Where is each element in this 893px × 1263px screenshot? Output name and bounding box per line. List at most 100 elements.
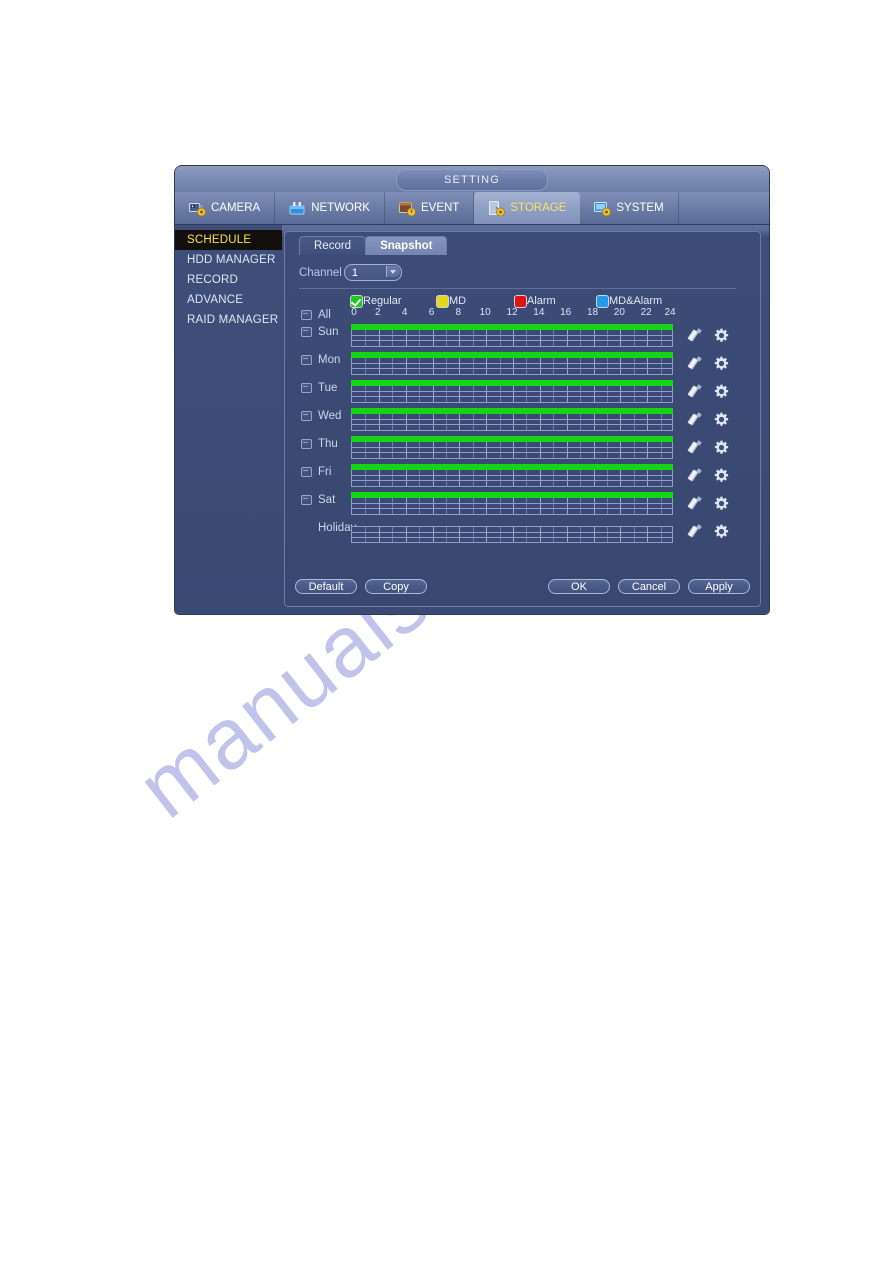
checkbox-fri[interactable]	[301, 467, 312, 477]
checkbox-all[interactable]	[301, 310, 312, 320]
checkbox-tue[interactable]	[301, 383, 312, 393]
pen-icon[interactable]	[689, 385, 702, 398]
legend-checkbox-md[interactable]	[437, 295, 448, 307]
gear-icon	[714, 440, 729, 454]
legend: Regular MD Alarm MD&Alarm	[351, 295, 750, 307]
timeline-grid[interactable]	[351, 470, 673, 487]
timeline-track-holiday[interactable]	[351, 520, 673, 544]
timeline-track-tue[interactable]	[351, 380, 673, 404]
panel-inner: Channel 1 Regular MD Alarm MD&Alarm All …	[285, 255, 760, 548]
pen-icon[interactable]	[689, 357, 702, 370]
tab-event[interactable]: EVENT	[385, 192, 475, 224]
hour-tick-24: 24	[664, 307, 676, 318]
timeline-track-mon[interactable]	[351, 352, 673, 376]
schedule-row: Wed	[299, 408, 750, 436]
chevron-down-icon[interactable]	[385, 266, 400, 277]
gear-icon-button[interactable]	[714, 412, 729, 427]
timeline-track-sun[interactable]	[351, 324, 673, 348]
tab-snapshot-label: Snapshot	[380, 240, 433, 252]
daycell-fri[interactable]: Fri	[299, 464, 351, 480]
cancel-button[interactable]: Cancel	[618, 579, 680, 594]
daycell-sun[interactable]: Sun	[299, 324, 351, 340]
day-label-mon: Mon	[318, 354, 341, 366]
sidebar-item-schedule-label: SCHEDULE	[187, 234, 252, 246]
pen-icon[interactable]	[689, 329, 702, 342]
hour-tick-18: 18	[586, 307, 599, 318]
tab-network-label: NETWORK	[311, 202, 370, 214]
legend-item-alarm[interactable]: Alarm	[515, 295, 597, 307]
checkbox-sun[interactable]	[301, 327, 312, 337]
tab-snapshot[interactable]: Snapshot	[365, 236, 448, 255]
timeline-grid[interactable]	[351, 498, 673, 515]
tab-camera[interactable]: CAMERA	[175, 192, 276, 224]
tab-system[interactable]: SYSTEM	[580, 192, 679, 224]
hour-tick-2: 2	[375, 307, 381, 318]
timeline-grid[interactable]	[351, 358, 673, 375]
tab-event-label: EVENT	[420, 202, 460, 214]
all-daycell[interactable]: All	[299, 307, 351, 323]
pen-icon[interactable]	[689, 413, 702, 426]
daycell-wed[interactable]: Wed	[299, 408, 351, 424]
row-icons	[689, 352, 729, 374]
hour-tick-14: 14	[533, 307, 545, 318]
row-icons	[689, 408, 729, 430]
timeline-grid[interactable]	[351, 386, 673, 403]
day-label-fri: Fri	[318, 466, 332, 478]
tab-network[interactable]: NETWORK	[275, 192, 385, 224]
legend-item-md[interactable]: MD	[437, 295, 515, 307]
timeline-track-fri[interactable]	[351, 464, 673, 488]
sidebar-item-schedule[interactable]: SCHEDULE	[175, 230, 282, 250]
checkbox-sat[interactable]	[301, 495, 312, 505]
gear-icon-button[interactable]	[714, 356, 729, 371]
tab-storage[interactable]: STORAGE	[474, 192, 581, 224]
timeline-grid[interactable]	[351, 330, 673, 347]
sidebar-item-record[interactable]: RECORD	[175, 270, 282, 290]
gear-icon-button[interactable]	[714, 524, 729, 539]
dialog-title: SETTING	[396, 169, 548, 191]
daycell-tue[interactable]: Tue	[299, 380, 351, 396]
row-icons	[689, 380, 729, 402]
day-label-sun: Sun	[318, 326, 339, 338]
gear-icon-button[interactable]	[714, 384, 729, 399]
timeline-grid[interactable]	[351, 414, 673, 431]
hour-axis: 0 2 4 6 8 10 12 14 16 18 20 22 24	[351, 307, 676, 321]
legend-item-md-alarm[interactable]: MD&Alarm	[597, 295, 662, 307]
tab-record[interactable]: Record	[299, 236, 367, 255]
gear-icon-button[interactable]	[714, 468, 729, 483]
legend-label-alarm: Alarm	[527, 295, 556, 307]
pen-icon[interactable]	[689, 441, 702, 454]
channel-select[interactable]: 1	[343, 264, 402, 281]
timeline-grid[interactable]	[351, 526, 673, 543]
gear-icon-button[interactable]	[714, 328, 729, 343]
timeline-track-sat[interactable]	[351, 492, 673, 516]
legend-item-regular[interactable]: Regular	[351, 295, 437, 307]
default-button[interactable]: Default	[295, 579, 357, 594]
pen-icon[interactable]	[689, 469, 702, 482]
ok-button[interactable]: OK	[548, 579, 610, 594]
gear-icon-button[interactable]	[714, 496, 729, 511]
daycell-thu[interactable]: Thu	[299, 436, 351, 452]
checkbox-thu[interactable]	[301, 439, 312, 449]
copy-button[interactable]: Copy	[365, 579, 427, 594]
pen-icon[interactable]	[689, 525, 702, 538]
daycell-sat[interactable]: Sat	[299, 492, 351, 508]
timeline-track-wed[interactable]	[351, 408, 673, 432]
apply-button[interactable]: Apply	[688, 579, 750, 594]
checkbox-mon[interactable]	[301, 355, 312, 365]
sidebar-item-raid-manager[interactable]: RAID MANAGER	[175, 310, 282, 330]
timeline-grid[interactable]	[351, 442, 673, 459]
daycell-mon[interactable]: Mon	[299, 352, 351, 368]
pen-icon[interactable]	[689, 497, 702, 510]
gear-icon-button[interactable]	[714, 440, 729, 455]
legend-checkbox-regular[interactable]	[351, 295, 362, 307]
sidebar-item-advance[interactable]: ADVANCE	[175, 290, 282, 310]
tab-record-label: Record	[314, 240, 352, 252]
checkbox-wed[interactable]	[301, 411, 312, 421]
daycell-holiday[interactable]: Holiday	[299, 520, 356, 536]
timeline-track-thu[interactable]	[351, 436, 673, 460]
legend-checkbox-alarm[interactable]	[515, 295, 526, 307]
legend-checkbox-md-alarm[interactable]	[597, 295, 608, 307]
row-icons	[689, 492, 729, 514]
panel-divider	[299, 288, 736, 289]
sidebar-item-hdd-manager[interactable]: HDD MANAGER	[175, 250, 282, 270]
